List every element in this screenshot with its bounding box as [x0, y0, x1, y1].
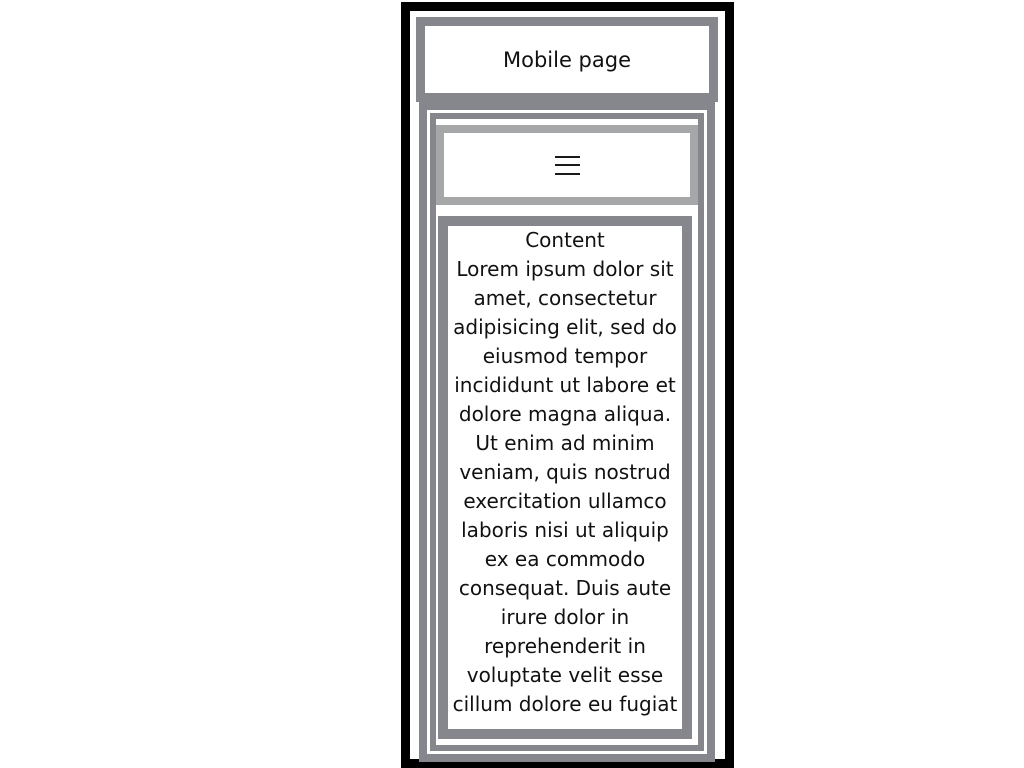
page-title: Mobile page	[502, 47, 631, 72]
nav-bar	[436, 125, 698, 205]
page-body-inner: Content Lorem ipsum dolor sit amet, cons…	[430, 113, 704, 751]
page-header: Mobile page	[416, 17, 718, 102]
page-body: Content Lorem ipsum dolor sit amet, cons…	[419, 102, 715, 762]
content-heading: Content	[525, 228, 605, 252]
content-section: Content Lorem ipsum dolor sit amet, cons…	[438, 216, 692, 739]
mobile-frame: Mobile page Content Lorem ipsum dolor si…	[401, 2, 734, 768]
hamburger-menu-icon[interactable]	[554, 155, 580, 175]
content-body-text: Lorem ipsum dolor sit amet, consectetur …	[452, 257, 678, 716]
